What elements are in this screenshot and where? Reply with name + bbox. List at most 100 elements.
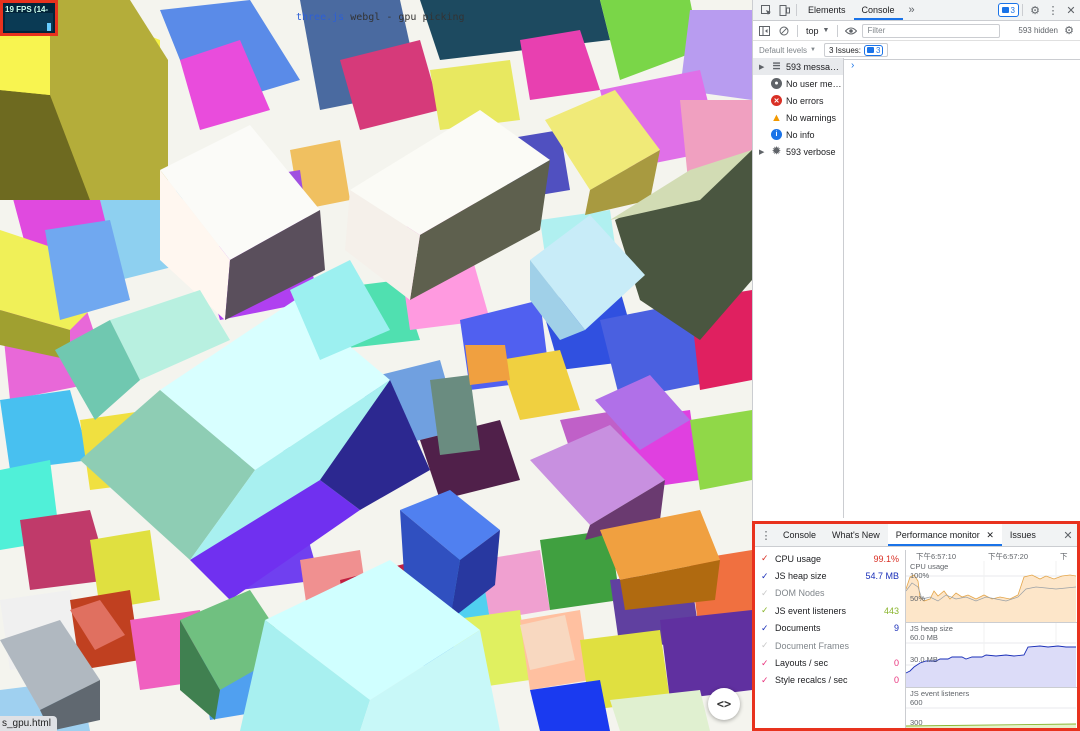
metric-row[interactable]: ✓ Documents 9 xyxy=(755,620,905,637)
console-body: ▶ ☰ 593 messa… ● No user me… ✕ No errors… xyxy=(753,58,1080,518)
drawer-tab-issues[interactable]: Issues xyxy=(1002,524,1044,546)
drawer-tab-whats-new[interactable]: What's New xyxy=(824,524,888,546)
devtools-tab-bar: Elements Console » 3 ⚙ ⋮ ✕ xyxy=(753,0,1080,21)
listeners-mid-gridlabel: 300 xyxy=(910,718,923,727)
more-tabs-icon[interactable]: » xyxy=(903,1,921,19)
heap-top-gridlabel: 60.0 MB xyxy=(910,633,938,642)
sidebar-item-label: No warnings xyxy=(786,112,837,123)
metric-row[interactable]: ✓ Layouts / sec 0 xyxy=(755,654,905,671)
drawer-tab-label: Performance monitor xyxy=(895,530,980,540)
messages-badge[interactable]: 3 xyxy=(997,3,1019,17)
checkbox-check-icon[interactable]: ✓ xyxy=(761,571,771,582)
sidebar-item-label: No info xyxy=(786,129,815,140)
sidebar-item-label: No user me… xyxy=(786,78,842,89)
hidden-count: 593 hidden xyxy=(1018,26,1058,35)
metric-value: 54.7 MB xyxy=(865,571,899,582)
sidebar-toggle-icon[interactable] xyxy=(755,22,773,40)
chevron-down-icon: ▼ xyxy=(810,47,816,53)
metric-value: 99.1% xyxy=(873,553,899,564)
expand-caret-icon[interactable]: ▶ xyxy=(759,63,767,71)
sidebar-item-user-messages[interactable]: ● No user me… xyxy=(753,75,843,92)
heap-chart-title: JS heap size xyxy=(910,624,953,633)
sidebar-item-warnings[interactable]: ▲ No warnings xyxy=(753,109,843,126)
metric-value: 0 xyxy=(893,658,899,669)
perf-monitor-body: ✓ CPU usage 99.1% ✓ JS heap size 54.7 MB ✓ DOM … xyxy=(755,550,1077,728)
checkbox-check-icon[interactable]: ✓ xyxy=(761,658,771,669)
metric-name: Document Frames xyxy=(775,640,850,651)
code-view-button[interactable]: <> xyxy=(708,688,740,720)
metric-name: JS heap size xyxy=(775,571,827,582)
checkbox-check-icon[interactable]: ✓ xyxy=(761,675,771,686)
webgl-canvas[interactable]: 19 FPS (14-28) three.js webgl - gpu pick… xyxy=(0,0,752,731)
issues-label: 3 Issues: xyxy=(828,45,861,55)
chevron-down-icon: ▼ xyxy=(822,27,830,34)
metric-row[interactable]: ✓ DOM Nodes xyxy=(755,585,905,602)
messages-count: 3 xyxy=(1010,5,1015,15)
context-selector[interactable]: top ▼ xyxy=(802,26,833,36)
metric-value: 443 xyxy=(883,605,899,616)
close-drawer-icon[interactable]: ✕ xyxy=(1059,526,1077,544)
tab-console[interactable]: Console xyxy=(853,0,903,20)
issues-button[interactable]: 3 Issues: 3 xyxy=(823,43,889,57)
drawer-tab-console[interactable]: Console xyxy=(775,524,824,546)
metric-row[interactable]: ✓ CPU usage 99.1% xyxy=(755,550,905,567)
console-prompt[interactable]: › xyxy=(851,60,854,71)
tab-elements[interactable]: Elements xyxy=(800,0,854,20)
performance-monitor-drawer: ⋮ Console What's New Performance monitor… xyxy=(752,521,1080,731)
three-js-link[interactable]: three.js xyxy=(296,12,344,23)
sidebar-item-label: No errors xyxy=(786,95,824,106)
listeners-top-gridlabel: 600 xyxy=(910,698,923,707)
filter-input[interactable]: Filter xyxy=(862,23,1001,38)
message-icon xyxy=(1001,7,1009,13)
kebab-menu-icon[interactable]: ⋮ xyxy=(1044,1,1062,19)
checkbox-check-icon[interactable]: ✓ xyxy=(761,605,771,616)
settings-gear-icon[interactable]: ⚙ xyxy=(1026,1,1044,19)
scene-title: three.js webgl - gpu picking xyxy=(296,12,465,23)
sidebar-item-errors[interactable]: ✕ No errors xyxy=(753,92,843,109)
inspect-element-icon[interactable] xyxy=(757,1,775,19)
metric-row[interactable]: ✓ Document Frames xyxy=(755,637,905,654)
default-levels-dropdown[interactable]: Default levels ▼ xyxy=(759,46,816,55)
sidebar-item-info[interactable]: i No info xyxy=(753,126,843,143)
close-tab-icon[interactable]: ✕ xyxy=(986,530,994,540)
list-icon: ☰ xyxy=(772,61,781,71)
drawer-menu-icon[interactable]: ⋮ xyxy=(757,526,775,544)
checkbox-check-icon[interactable]: ✓ xyxy=(761,623,771,634)
metric-name: Layouts / sec xyxy=(775,658,829,669)
device-toolbar-icon[interactable] xyxy=(775,1,793,19)
metric-value: 0 xyxy=(893,675,899,686)
clear-console-icon[interactable] xyxy=(775,22,793,40)
verbose-icon: ✹ xyxy=(772,146,781,157)
cpu-usage-chart: CPU usage 100% 50% xyxy=(906,561,1077,623)
cpu-chart-title: CPU usage xyxy=(910,562,949,571)
issues-badge: 3 xyxy=(864,44,884,56)
sidebar-item-messages[interactable]: ▶ ☰ 593 messa… xyxy=(753,58,843,75)
checkbox-check-icon[interactable]: ✓ xyxy=(761,640,771,651)
listeners-chart-title: JS event listeners xyxy=(910,689,970,698)
expand-caret-icon[interactable]: ▶ xyxy=(759,148,767,156)
metric-row[interactable]: ✓ JS heap size 54.7 MB xyxy=(755,567,905,584)
default-levels-label: Default levels xyxy=(759,45,808,55)
cubes-render xyxy=(0,0,752,731)
close-icon[interactable]: ✕ xyxy=(1062,1,1080,19)
checkbox-check-icon[interactable]: ✓ xyxy=(761,588,771,599)
metric-name: JS event listeners xyxy=(775,605,847,616)
fps-graph xyxy=(5,13,53,31)
js-event-listeners-chart: JS event listeners 600 300 xyxy=(906,688,1077,728)
metric-name: Style recalcs / sec xyxy=(775,675,848,686)
metric-row[interactable]: ✓ JS event listeners 443 xyxy=(755,602,905,619)
fps-stats-panel: 19 FPS (14-28) xyxy=(0,0,58,36)
checkbox-check-icon[interactable]: ✓ xyxy=(761,553,771,564)
warning-icon: ▲ xyxy=(771,111,782,124)
sidebar-item-verbose[interactable]: ▶ ✹ 593 verbose xyxy=(753,143,843,160)
console-settings-gear-icon[interactable]: ⚙ xyxy=(1060,22,1078,40)
context-value: top xyxy=(806,25,819,36)
metric-row[interactable]: ✓ Style recalcs / sec 0 xyxy=(755,672,905,689)
js-heap-chart: JS heap size 60.0 MB 30.0 MB xyxy=(906,623,1077,688)
status-bar-url: s_gpu.html xyxy=(0,716,57,731)
metric-name: CPU usage xyxy=(775,553,822,564)
scene-title-text: webgl - gpu picking xyxy=(344,12,465,23)
eye-icon[interactable] xyxy=(842,22,860,40)
metrics-list: ✓ CPU usage 99.1% ✓ JS heap size 54.7 MB ✓ DOM … xyxy=(755,550,906,728)
drawer-tab-performance-monitor[interactable]: Performance monitor ✕ xyxy=(887,524,1002,546)
